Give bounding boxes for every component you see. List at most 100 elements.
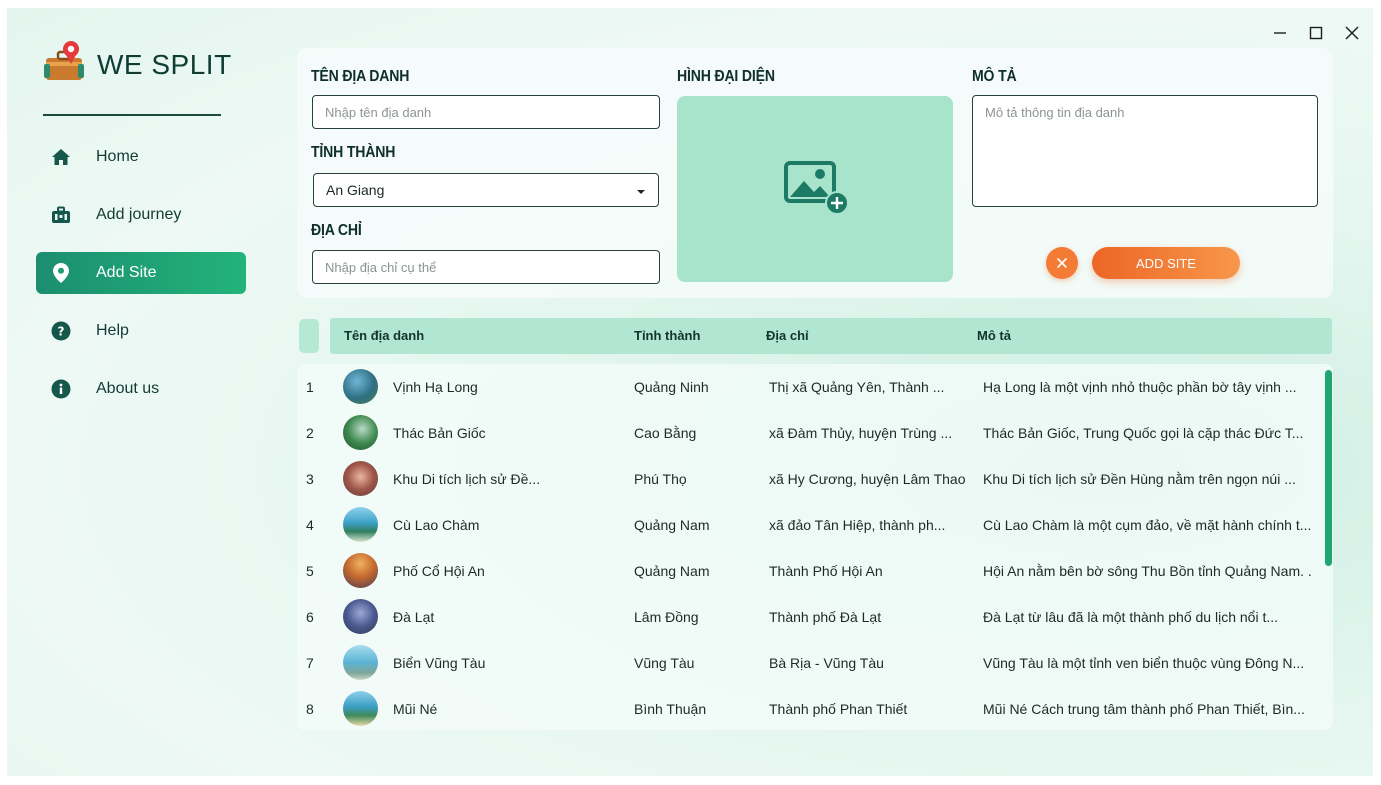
chevron-down-icon bbox=[636, 182, 646, 198]
row-index: 2 bbox=[306, 425, 314, 441]
sidebar-item-label: Help bbox=[96, 322, 129, 339]
app-title: WE SPLIT bbox=[97, 49, 232, 80]
site-province: Quảng Nam bbox=[634, 517, 710, 533]
site-description: Thác Bản Giốc, Trung Quốc gọi là cặp thá… bbox=[983, 425, 1304, 441]
location-pin-icon bbox=[50, 262, 72, 284]
site-name: Thác Bản Giốc bbox=[393, 425, 486, 441]
site-name: Khu Di tích lịch sử Đề... bbox=[393, 471, 541, 487]
brand-divider bbox=[43, 114, 221, 116]
table-row[interactable]: 2 Thác Bản Giốc Cao Bằng xã Đàm Thủy, hu… bbox=[297, 410, 1323, 456]
sidebar-item-label: Home bbox=[96, 148, 139, 165]
site-address: Thành phố Phan Thiết bbox=[769, 701, 908, 717]
svg-text:?: ? bbox=[58, 325, 65, 339]
close-icon bbox=[1056, 254, 1068, 273]
address-input[interactable] bbox=[312, 250, 660, 284]
site-thumbnail bbox=[343, 645, 378, 680]
row-index: 8 bbox=[306, 701, 314, 717]
table-select-all[interactable] bbox=[299, 319, 319, 353]
site-description: Cù Lao Chàm là một cụm đảo, về mặt hành … bbox=[983, 517, 1312, 533]
sidebar-item-home[interactable]: Home bbox=[36, 136, 246, 178]
table-row[interactable]: 3 Khu Di tích lịch sử Đề... Phú Thọ xã H… bbox=[297, 456, 1323, 502]
site-address: Bà Rịa - Vũng Tàu bbox=[769, 655, 884, 671]
sites-table: 1 Vịnh Hạ Long Quảng Ninh Thị xã Quảng Y… bbox=[297, 364, 1333, 730]
sidebar-item-about-us[interactable]: About us bbox=[36, 368, 246, 410]
image-label: HÌNH ĐẠI DIỆN bbox=[677, 68, 775, 85]
site-name: Cù Lao Chàm bbox=[393, 517, 480, 533]
sidebar-item-help[interactable]: ? Help bbox=[36, 310, 246, 352]
column-header-province[interactable]: Tỉnh thành bbox=[634, 318, 700, 354]
add-image-icon bbox=[782, 159, 849, 219]
site-thumbnail bbox=[343, 691, 378, 726]
minimize-icon[interactable] bbox=[1269, 22, 1291, 44]
description-label: MÔ TẢ bbox=[972, 68, 1017, 85]
row-index: 4 bbox=[306, 517, 314, 533]
site-name: Phố Cổ Hội An bbox=[393, 563, 485, 579]
site-province: Phú Thọ bbox=[634, 471, 687, 487]
site-address: xã Hy Cương, huyện Lâm Thao bbox=[769, 471, 966, 487]
table-row[interactable]: 8 Mũi Né Bình Thuận Thành phố Phan Thiết… bbox=[297, 686, 1323, 730]
site-address: Thành phố Đà Lạt bbox=[769, 609, 882, 625]
add-site-form: TÊN ĐỊA DANH TỈNH THÀNH An Giang ĐỊA CHỈ… bbox=[297, 48, 1333, 298]
table-row[interactable]: 7 Biển Vũng Tàu Vũng Tàu Bà Rịa - Vũng T… bbox=[297, 640, 1323, 686]
home-icon bbox=[50, 146, 72, 168]
row-index: 7 bbox=[306, 655, 314, 671]
table-row[interactable]: 6 Đà Lạt Lâm Đồng Thành phố Đà Lạt Đà Lạ… bbox=[297, 594, 1323, 640]
province-select[interactable]: An Giang bbox=[313, 173, 659, 207]
info-circle-icon bbox=[50, 378, 72, 400]
add-site-button[interactable]: ADD SITE bbox=[1092, 247, 1240, 279]
column-header-name[interactable]: Tên địa danh bbox=[344, 318, 424, 354]
table-row[interactable]: 1 Vịnh Hạ Long Quảng Ninh Thị xã Quảng Y… bbox=[297, 364, 1323, 410]
table-row[interactable]: 5 Phố Cổ Hội An Quảng Nam Thành Phố Hội … bbox=[297, 548, 1323, 594]
sidebar-item-add-site[interactable]: Add Site bbox=[36, 252, 246, 294]
row-index: 5 bbox=[306, 563, 314, 579]
site-address: xã Đàm Thủy, huyện Trùng ... bbox=[769, 425, 953, 441]
site-name-input[interactable] bbox=[312, 95, 660, 129]
sidebar-item-add-journey[interactable]: Add journey bbox=[36, 194, 246, 236]
site-name: Vịnh Hạ Long bbox=[393, 379, 478, 395]
site-thumbnail bbox=[343, 369, 378, 404]
app-window: WE SPLIT Home Add journey Add Site ? Hel… bbox=[7, 8, 1373, 776]
brand: WE SPLIT bbox=[43, 40, 232, 90]
site-address: Thị xã Quảng Yên, Thành ... bbox=[769, 379, 945, 395]
site-province: Lâm Đồng bbox=[634, 609, 699, 625]
maximize-icon[interactable] bbox=[1305, 22, 1327, 44]
province-select-value: An Giang bbox=[326, 182, 385, 198]
app-logo-icon bbox=[43, 40, 87, 90]
site-province: Quảng Nam bbox=[634, 563, 710, 579]
site-description: Khu Di tích lịch sử Đền Hùng nằm trên ng… bbox=[983, 471, 1296, 487]
site-province: Vũng Tàu bbox=[634, 655, 695, 671]
sidebar-item-label: About us bbox=[96, 380, 160, 397]
sidebar-item-label: Add Site bbox=[96, 264, 157, 281]
sidebar-item-label: Add journey bbox=[96, 206, 182, 223]
image-upload-area[interactable] bbox=[677, 96, 953, 282]
site-thumbnail bbox=[343, 507, 378, 542]
close-icon[interactable] bbox=[1341, 22, 1363, 44]
table-scrollbar[interactable] bbox=[1325, 370, 1332, 566]
site-thumbnail bbox=[343, 461, 378, 496]
site-address: xã đảo Tân Hiệp, thành ph... bbox=[769, 517, 946, 533]
site-thumbnail bbox=[343, 599, 378, 634]
briefcase-icon bbox=[50, 204, 72, 226]
cancel-button[interactable] bbox=[1046, 247, 1078, 279]
site-name: Đà Lạt bbox=[393, 609, 435, 625]
column-header-address[interactable]: Địa chỉ bbox=[766, 318, 809, 354]
site-description: Mũi Né Cách trung tâm thành phố Phan Thi… bbox=[983, 701, 1305, 717]
site-thumbnail bbox=[343, 415, 378, 450]
table-row[interactable]: 4 Cù Lao Chàm Quảng Nam xã đảo Tân Hiệp,… bbox=[297, 502, 1323, 548]
site-description: Đà Lạt từ lâu đã là một thành phố du lịc… bbox=[983, 609, 1278, 625]
site-name: Biển Vũng Tàu bbox=[393, 655, 486, 671]
address-label: ĐỊA CHỈ bbox=[311, 222, 362, 239]
site-thumbnail bbox=[343, 553, 378, 588]
table-header: Tên địa danh Tỉnh thành Địa chỉ Mô tả bbox=[330, 318, 1332, 354]
help-circle-icon: ? bbox=[50, 320, 72, 342]
row-index: 1 bbox=[306, 379, 314, 395]
row-index: 6 bbox=[306, 609, 314, 625]
column-header-description[interactable]: Mô tả bbox=[977, 318, 1011, 354]
province-label: TỈNH THÀNH bbox=[311, 144, 396, 161]
description-input[interactable] bbox=[972, 95, 1318, 207]
window-controls bbox=[1269, 22, 1363, 44]
site-name-label: TÊN ĐỊA DANH bbox=[311, 68, 410, 85]
site-description: Hội An nằm bên bờ sông Thu Bồn tỉnh Quản… bbox=[983, 563, 1312, 579]
site-province: Cao Bằng bbox=[634, 425, 697, 441]
site-description: Hạ Long là một vịnh nhỏ thuộc phần bờ tâ… bbox=[983, 379, 1297, 395]
